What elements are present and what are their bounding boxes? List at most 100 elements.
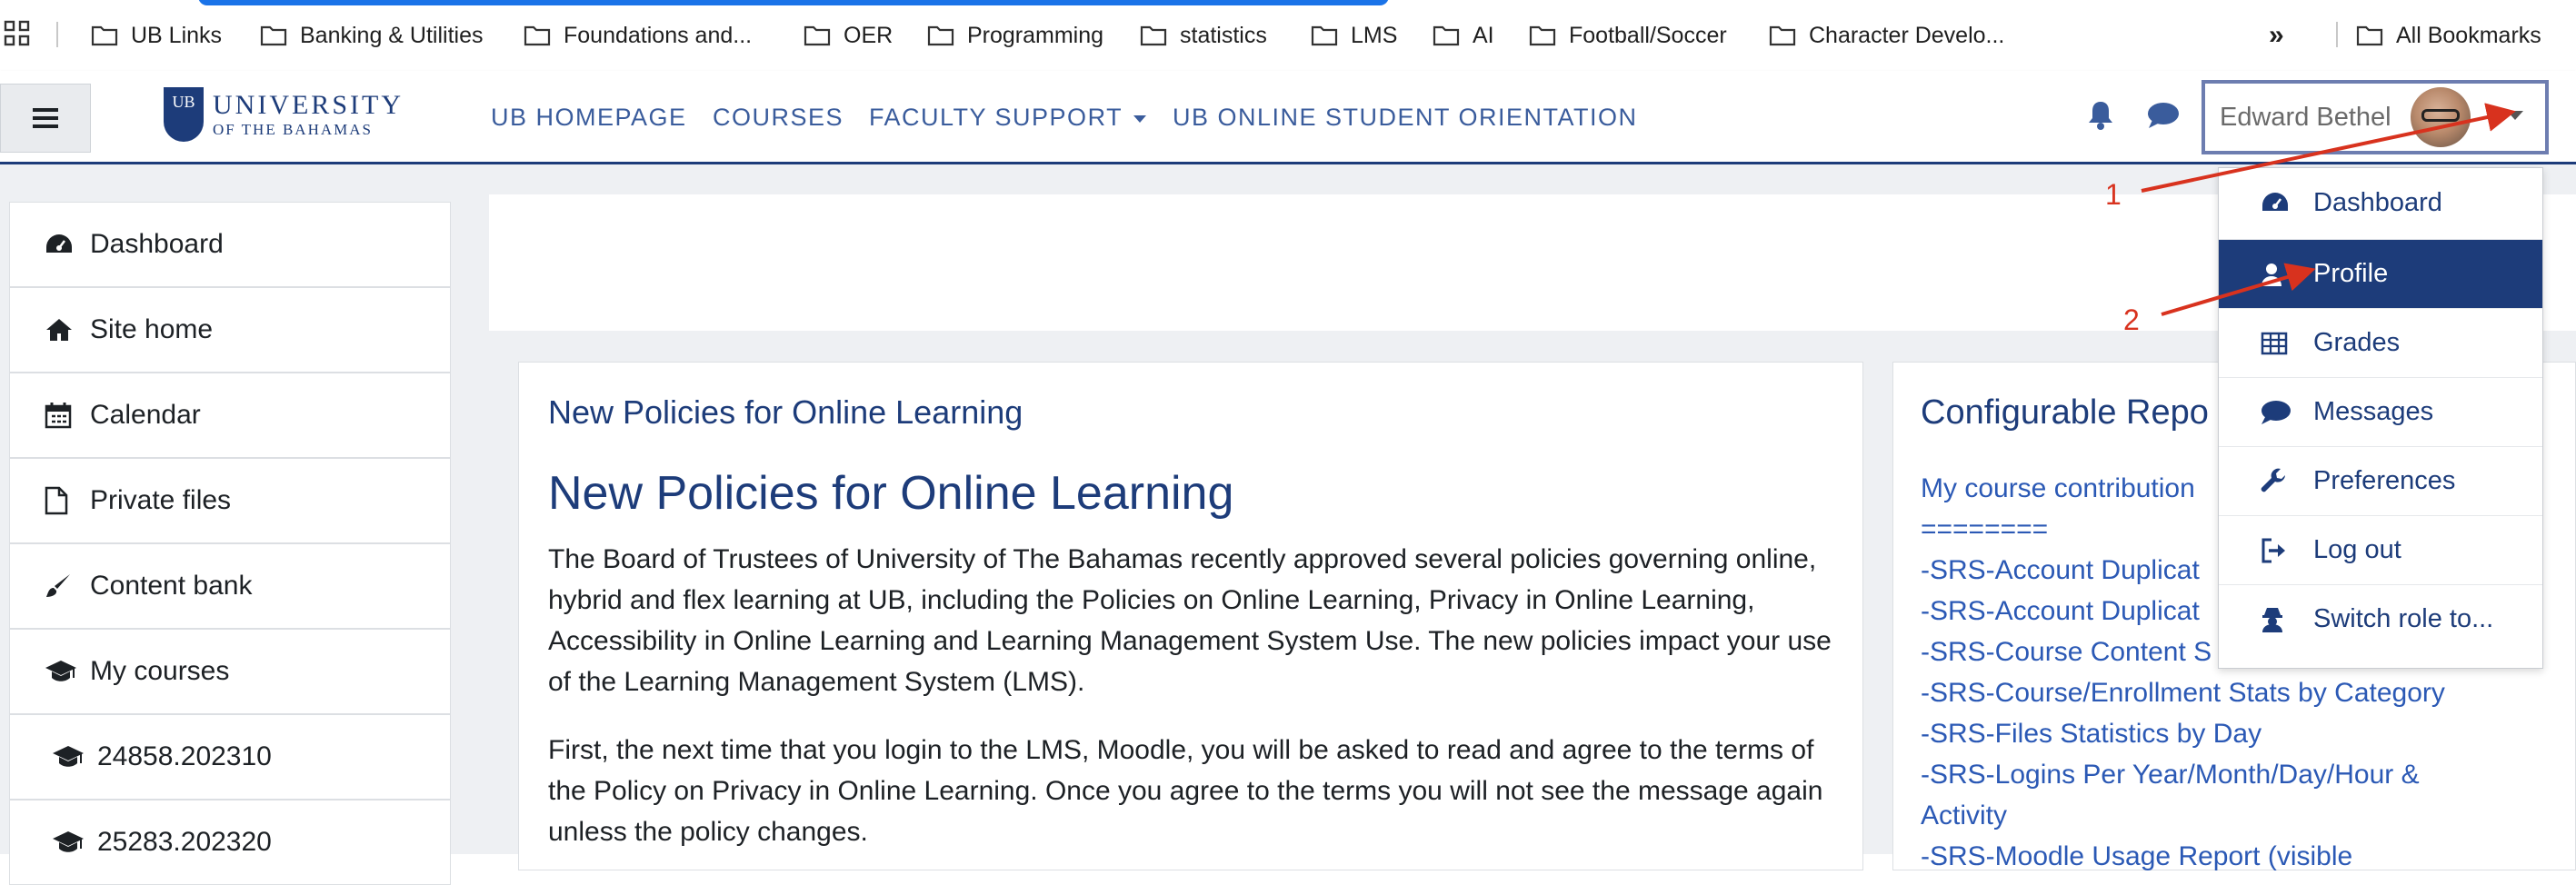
bookmark-label: Football/Soccer [1569,22,1727,48]
folder-icon [1140,25,1167,46]
bookmark-label: LMS [1351,22,1398,48]
bookmarks-bar: UB Links Banking & Utilities Foundations… [0,0,2576,72]
graduation-cap-icon [45,661,76,681]
menu-item-label: Grades [2313,328,2401,357]
sidebar-item-content-bank[interactable]: Content bank [9,543,451,629]
menu-item-label: Preferences [2313,466,2456,495]
sidebar-item-private-files[interactable]: Private files [9,458,451,543]
bookmark-label: AI [1473,22,1494,48]
folder-icon [91,25,118,46]
menu-item-log-out[interactable]: Log out [2219,515,2542,584]
bookmark-label: Programming [967,22,1104,48]
user-menu-toggle[interactable]: Edward Bethel [2202,80,2549,154]
bookmark-label: OER [844,22,894,48]
sidebar-item-label: Calendar [90,400,201,430]
all-bookmarks-button[interactable]: All Bookmarks [2356,18,2541,53]
top-navbar: UB UNIVERSITY OF THE BAHAMAS UB HOMEPAGE… [0,71,2576,164]
menu-item-label: Dashboard [2313,187,2442,217]
bookmark-folder-character[interactable]: Character Develo... [1769,18,2004,53]
sidebar-item-label: 24858.202310 [97,741,272,771]
menu-toggle-button[interactable] [0,84,91,153]
bookmark-folder-foundations[interactable]: Foundations and... [524,18,752,53]
bookmark-folder-ai[interactable]: AI [1433,18,1494,53]
annotation-number: 2 [2123,303,2140,336]
sign-out-icon [2261,538,2285,562]
bookmark-folder-programming[interactable]: Programming [927,18,1103,53]
comment-icon [2261,400,2291,424]
report-link[interactable]: Activity [1921,795,2557,836]
block-title: New Policies for Online Learning [548,393,1023,431]
brush-icon [46,574,70,597]
announcement-paragraph: The Board of Trustees of University of T… [548,544,1832,697]
caret-down-icon [2507,111,2523,120]
home-icon [46,319,72,341]
sidebar-item-course[interactable]: 25283.202320 [9,800,451,885]
user-secret-icon [2262,607,2282,632]
sidebar-item-course[interactable]: 24858.202310 [9,714,451,800]
block-title: Configurable Repo [1921,393,2209,432]
dashboard-icon [46,234,72,253]
logo-crest: UB [164,87,204,142]
bookmark-folder-ub-links[interactable]: UB Links [91,18,222,53]
menu-item-switch-role[interactable]: Switch role to... [2219,584,2542,653]
sidebar-item-site-home[interactable]: Site home [9,287,451,373]
table-icon [2261,332,2288,354]
user-icon [2261,263,2281,286]
nav-drawer: Dashboard Site home Calendar Private fil… [9,202,451,885]
announcement-paragraph: First, the next time that you login to t… [548,735,1823,847]
menu-item-label: Log out [2313,535,2401,564]
menu-item-grades[interactable]: Grades [2219,308,2542,377]
bookmark-label: Banking & Utilities [300,22,484,48]
nav-link-student-orientation[interactable]: UB ONLINE STUDENT ORIENTATION [1173,104,1638,132]
sidebar-item-label: Site home [90,314,214,344]
caret-down-icon [1133,114,1147,123]
bell-icon[interactable] [2087,100,2114,131]
folder-icon [260,25,287,46]
bookmark-label: Character Develo... [1809,22,2005,48]
bookmark-label: statistics [1180,22,1267,48]
report-link[interactable]: -SRS-Files Statistics by Day [1921,713,2557,754]
university-logo[interactable]: UB UNIVERSITY OF THE BAHAMAS [164,87,404,142]
sidebar-item-calendar[interactable]: Calendar [9,373,451,458]
bookmark-folder-lms[interactable]: LMS [1311,18,1397,53]
folder-icon [1433,25,1460,46]
bookmarks-separator [2336,22,2338,47]
bookmark-folder-statistics[interactable]: statistics [1140,18,1267,53]
sidebar-item-label: Content bank [90,571,253,601]
apps-grid-icon[interactable] [4,20,31,47]
nav-link-label: FACULTY SUPPORT [869,104,1123,131]
graduation-cap-icon [53,746,84,767]
bookmark-folder-banking[interactable]: Banking & Utilities [260,18,483,53]
report-link[interactable]: -SRS-Moodle Usage Report (visible [1921,836,2557,877]
report-link[interactable]: -SRS-Logins Per Year/Month/Day/Hour & [1921,754,2557,795]
chat-icon[interactable] [2147,102,2180,129]
menu-item-label: Profile [2313,259,2389,288]
menu-item-profile[interactable]: Profile [2219,239,2542,308]
logo-line-2: OF THE BAHAMAS [213,121,373,138]
sidebar-item-dashboard[interactable]: Dashboard [9,202,451,287]
bookmark-folder-oer[interactable]: OER [804,18,893,53]
menu-item-label: Messages [2313,397,2434,426]
bookmarks-overflow-button[interactable]: » [2269,20,2284,51]
folder-icon [2356,25,2383,46]
logo-wordmark: UNIVERSITY OF THE BAHAMAS [213,92,404,138]
sidebar-item-my-courses[interactable]: My courses [9,629,451,714]
nav-link-courses[interactable]: COURSES [713,104,844,132]
menu-item-dashboard[interactable]: Dashboard [2219,168,2542,237]
menu-item-messages[interactable]: Messages [2219,377,2542,446]
sidebar-item-label: 25283.202320 [97,827,272,857]
nav-link-ub-homepage[interactable]: UB HOMEPAGE [491,104,687,132]
all-bookmarks-label: All Bookmarks [2396,22,2541,48]
announcement-heading: New Policies for Online Learning [548,467,1234,520]
nav-link-faculty-support[interactable]: FACULTY SUPPORT [869,104,1147,132]
annotation-number: 1 [2105,178,2122,211]
report-link[interactable]: -SRS-Course/Enrollment Stats by Category [1921,672,2557,713]
folder-icon [524,25,551,46]
menu-item-preferences[interactable]: Preferences [2219,446,2542,515]
user-dropdown-menu: Dashboard Profile Grades Messages Prefer… [2218,167,2543,669]
bookmark-label: UB Links [131,22,223,48]
folder-icon [1769,25,1796,46]
browser-tab-indicator [198,0,1389,5]
graduation-cap-icon [53,831,84,852]
bookmark-folder-football[interactable]: Football/Soccer [1529,18,1727,53]
